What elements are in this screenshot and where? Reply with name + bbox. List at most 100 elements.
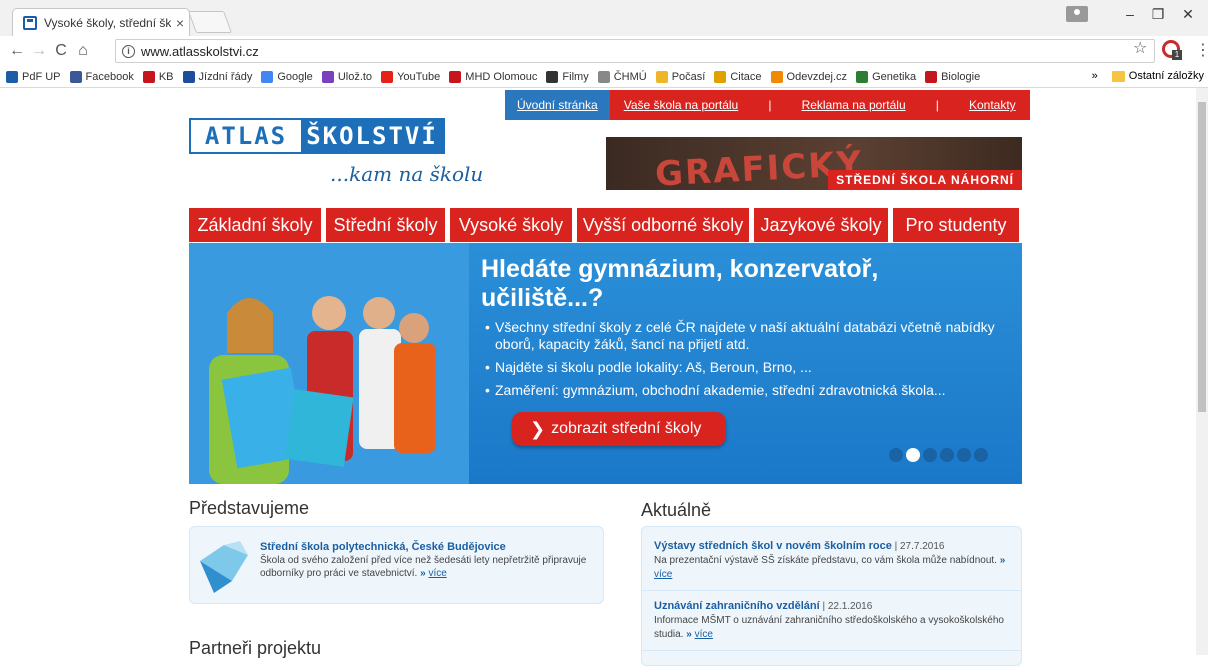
- hero-bullet: Zaměření: gymnázium, obchodní akademie, …: [485, 382, 1015, 399]
- hero-title: Hledáte gymnázium, konzervatoř, učiliště…: [481, 255, 1001, 313]
- nav-elementary-schools[interactable]: Základní školy: [189, 208, 321, 242]
- scroll-thumb[interactable]: [1198, 102, 1206, 412]
- bookmark-item[interactable]: MHD Olomouc: [449, 70, 537, 83]
- bookmark-item[interactable]: Google: [261, 70, 313, 83]
- slider-dot[interactable]: [957, 448, 971, 462]
- ad-banner[interactable]: GRAFICKÝ DESIGN STŘEDNÍ ŠKOLA NÁHORNÍ: [606, 137, 1022, 190]
- bookmarks-bar: PdF UP Facebook KB Jízdní řády Google Ulož.to…: [0, 66, 1208, 88]
- bookmark-label: Filmy: [562, 70, 589, 83]
- bookmark-label: Citace: [730, 70, 762, 83]
- bookmark-label: Odevzdej.cz: [786, 70, 848, 83]
- bookmark-icon: [714, 70, 727, 83]
- info-icon[interactable]: i: [122, 44, 135, 58]
- tab-close-icon[interactable]: ×: [171, 15, 189, 31]
- topnav-your-school[interactable]: Vaše škola na portálu: [624, 98, 739, 112]
- topnav-links: Vaše škola na portálu | Reklama na portá…: [609, 90, 1030, 120]
- bookmark-label: Genetika: [872, 70, 917, 83]
- bookmark-icon: [69, 70, 82, 83]
- nav-universities[interactable]: Vysoké školy: [450, 208, 572, 242]
- bookmark-label: Ulož.to: [337, 70, 373, 83]
- topnav-contacts[interactable]: Kontakty: [969, 98, 1016, 112]
- nav-high-schools[interactable]: Střední školy: [326, 208, 445, 242]
- hero-title-line: Hledáte gymnázium, konzervatoř,: [481, 255, 879, 283]
- more-arrow-icon: »: [999, 555, 1006, 566]
- bookmark-item[interactable]: Ulož.to: [321, 70, 373, 83]
- bookmark-icon: [546, 70, 559, 83]
- topnav-home[interactable]: Úvodní stránka: [505, 90, 610, 120]
- featured-title[interactable]: Střední škola polytechnická, České Buděj…: [260, 541, 590, 554]
- bookmark-label: Počasí: [671, 70, 706, 83]
- bookmark-item[interactable]: Filmy: [546, 70, 589, 83]
- page-scrollbar[interactable]: [1196, 88, 1208, 655]
- partners-heading: Partneři projektu: [189, 638, 322, 658]
- bookmark-item[interactable]: PdF UP: [6, 70, 61, 83]
- tab-title: Vysoké školy, střední škol: [44, 15, 171, 30]
- profile-icon[interactable]: [1066, 6, 1088, 22]
- bookmark-star-icon[interactable]: ☆: [1133, 38, 1147, 58]
- slider-dot[interactable]: [889, 448, 903, 462]
- hero-bullet: Najděte si školu podle lokality: Aš, Ber…: [485, 359, 1015, 376]
- chevron-right-icon: ❯: [530, 418, 546, 439]
- news-item: Uznávání zahraničního vzdělání | 22.1.20…: [642, 591, 1021, 651]
- reload-icon[interactable]: C: [50, 42, 72, 60]
- new-tab-button[interactable]: [187, 11, 233, 33]
- address-url[interactable]: www.atlasskolstvi.cz: [141, 44, 259, 59]
- show-high-schools-button[interactable]: ❯ zobrazit střední školy: [512, 412, 726, 446]
- featured-more-link[interactable]: více: [428, 568, 446, 579]
- address-bar[interactable]: i www.atlasskolstvi.cz: [115, 39, 1155, 63]
- bookmark-icon: [321, 70, 334, 83]
- hero-bullets: Všechny střední školy z celé ČR najdete …: [485, 319, 1015, 405]
- bookmark-item[interactable]: Odevzdej.cz: [770, 70, 848, 83]
- bookmark-item[interactable]: Biologie: [925, 70, 980, 83]
- bookmarks-more-icon[interactable]: »: [1092, 70, 1098, 82]
- slider-dots: [889, 448, 988, 462]
- bookmark-item[interactable]: Genetika: [856, 70, 917, 83]
- hero-bullet: Všechny střední školy z celé ČR najdete …: [485, 319, 1015, 353]
- bookmark-item[interactable]: YouTube: [381, 70, 440, 83]
- bookmark-item[interactable]: ČHMÚ: [597, 70, 647, 83]
- bookmark-icon: [856, 70, 869, 83]
- news-title[interactable]: Výstavy středních škol v novém školním r…: [654, 540, 892, 552]
- minimize-button[interactable]: –: [1118, 6, 1142, 22]
- bookmark-label: KB: [158, 70, 174, 83]
- bookmark-item[interactable]: KB: [142, 70, 174, 83]
- logo-atlas: ATLAS: [191, 120, 301, 152]
- bookmark-item[interactable]: Počasí: [655, 70, 706, 83]
- slider-dot[interactable]: [940, 448, 954, 462]
- home-icon[interactable]: ⌂: [72, 42, 94, 60]
- site-logo[interactable]: ATLAS ŠKOLSTVÍ: [189, 118, 445, 154]
- main-navigation: Základní školy Střední školy Vysoké škol…: [189, 208, 1022, 242]
- news-more-link[interactable]: více: [695, 629, 713, 640]
- bookmark-item[interactable]: Citace: [714, 70, 762, 83]
- browser-tab[interactable]: Vysoké školy, střední škol ×: [12, 8, 190, 36]
- news-date: | 22.1.2016: [822, 601, 873, 612]
- bookmark-item[interactable]: Jízdní řády: [182, 70, 253, 83]
- featured-body: Střední škola polytechnická, České Buděj…: [260, 541, 590, 580]
- topnav-separator: |: [768, 98, 772, 112]
- news-title[interactable]: Uznávání zahraničního vzdělání: [654, 600, 820, 612]
- forward-arrow-icon[interactable]: →: [28, 42, 50, 60]
- more-arrow-icon: »: [420, 568, 426, 579]
- nav-colleges[interactable]: Vyšší odborné školy: [577, 208, 749, 242]
- news-heading: Aktuálně: [641, 500, 712, 520]
- slider-dot[interactable]: [906, 448, 920, 462]
- nav-language-schools[interactable]: Jazykové školy: [754, 208, 888, 242]
- bookmark-icon: [6, 70, 18, 83]
- news-more-link[interactable]: více: [654, 569, 672, 580]
- news-date: | 27.7.2016: [894, 541, 945, 552]
- bookmark-item[interactable]: Facebook: [69, 70, 134, 83]
- topnav-advertising[interactable]: Reklama na portálu: [802, 98, 906, 112]
- nav-for-students[interactable]: Pro studenty: [893, 208, 1019, 242]
- bookmark-label: ČHMÚ: [613, 70, 647, 83]
- site-tagline: ...kam na školu: [330, 162, 484, 186]
- news-card: Výstavy středních škol v novém školním r…: [641, 526, 1022, 666]
- slider-dot[interactable]: [923, 448, 937, 462]
- other-bookmarks[interactable]: Ostatní záložky: [1129, 70, 1204, 82]
- back-arrow-icon[interactable]: ←: [6, 42, 28, 60]
- bookmark-icon: [142, 70, 155, 83]
- maximize-button[interactable]: ❐: [1146, 6, 1170, 23]
- bookmark-label: Jízdní řády: [198, 70, 253, 83]
- browser-menu-icon[interactable]: ⋮: [1195, 40, 1208, 60]
- close-window-button[interactable]: ✕: [1176, 6, 1200, 23]
- slider-dot[interactable]: [974, 448, 988, 462]
